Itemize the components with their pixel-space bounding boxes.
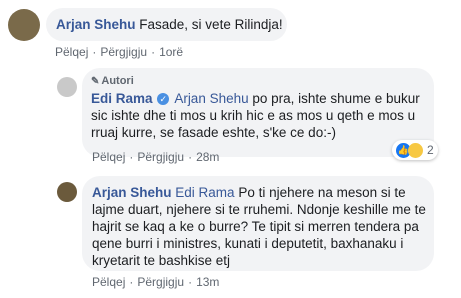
separator: · <box>188 275 193 289</box>
reply-actions: Pëlqej · Përgjigju · 28m <box>92 150 219 164</box>
timestamp[interactable]: 13m <box>196 275 219 289</box>
verified-icon: ✓ <box>157 93 170 106</box>
haha-icon <box>408 142 423 158</box>
reply-text-line: sic ishte dhe ti mos u krih hic e as mos… <box>91 108 416 123</box>
separator: · <box>129 150 134 164</box>
reply-text-line: po pra, ishte shume e bukur <box>248 91 420 106</box>
author-badge-label: Autori <box>101 75 134 87</box>
reply-bubble: ✎ Autori Edi Rama ✓ Arjan Shehu po pra, i… <box>82 68 434 157</box>
reply-link[interactable]: Përgjigju <box>137 150 184 164</box>
mention-link[interactable]: Edi Rama <box>175 185 234 200</box>
author-badge: ✎ Autori <box>91 73 134 90</box>
avatar-arjan-shehu[interactable] <box>8 9 40 41</box>
like-link[interactable]: Pëlqej <box>92 275 125 289</box>
timestamp[interactable]: 28m <box>196 150 219 164</box>
reply-text-line: Po ti njehere na meson si te <box>234 185 406 200</box>
separator: · <box>151 45 156 59</box>
reply-text-line: lajme duart, njehere si te rruhemi. Ndon… <box>92 202 426 217</box>
reactions-summary[interactable]: 👍 2 <box>392 140 438 160</box>
reply-link[interactable]: Përgjigju <box>100 45 147 59</box>
reply-author[interactable]: Arjan Shehu <box>92 185 172 200</box>
separator: · <box>129 275 134 289</box>
timestamp[interactable]: 1orë <box>159 45 183 59</box>
like-link[interactable]: Pëlqej <box>55 45 88 59</box>
comment-author[interactable]: Arjan Shehu <box>56 17 136 32</box>
reply-author[interactable]: Edi Rama <box>91 91 153 106</box>
reply-text-line: hajrit se kaq a ke o burre? Te tipit si … <box>92 219 419 234</box>
reply-bubble: Arjan Shehu Edi Rama Po ti njehere na me… <box>82 176 434 271</box>
comment-bubble: Arjan Shehu Fasade, si vete Rilindja! <box>46 8 287 41</box>
like-link[interactable]: Pëlqej <box>92 150 125 164</box>
reply-text-line: qene burri i ministres, kunati i deputet… <box>92 236 404 251</box>
reply-actions: Pëlqej · Përgjigju · 13m <box>92 275 219 289</box>
comment-text: Fasade, si vete Rilindja! <box>139 17 283 32</box>
avatar-edi-rama[interactable] <box>57 77 77 97</box>
comment-actions: Pëlqej · Përgjigju · 1orë <box>55 45 183 59</box>
separator: · <box>188 150 193 164</box>
separator: · <box>92 45 97 59</box>
reply-text-line: rruaj kurre, se fasade eshte, s'ke ce do… <box>91 125 336 140</box>
avatar-arjan-shehu[interactable] <box>57 182 77 202</box>
reply-link[interactable]: Përgjigju <box>137 275 184 289</box>
pen-icon: ✎ <box>91 76 100 87</box>
mention-link[interactable]: Arjan Shehu <box>174 91 248 106</box>
reaction-count: 2 <box>427 143 434 157</box>
reply-text-line: kryetarit te bashkise etj <box>92 253 231 268</box>
